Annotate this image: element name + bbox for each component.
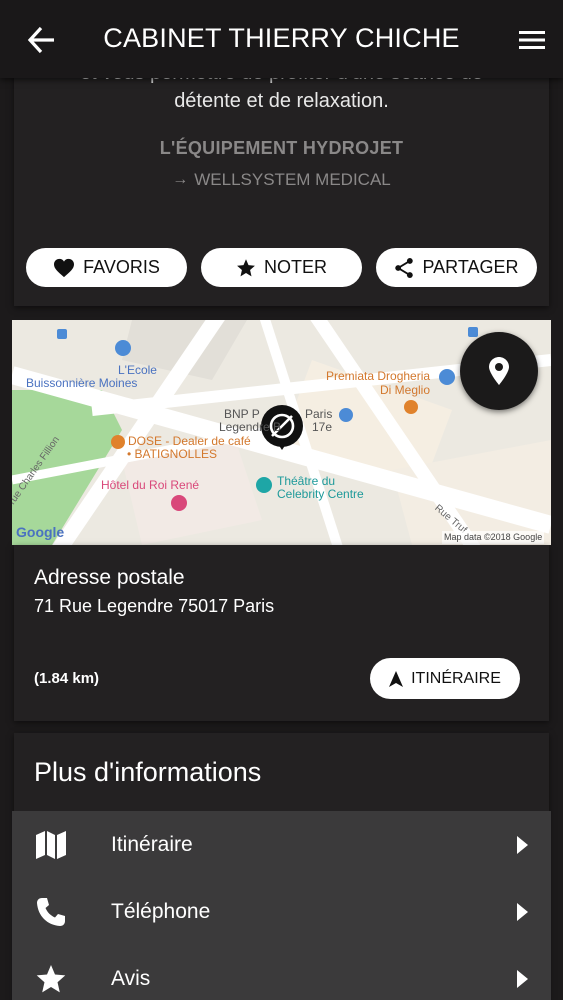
info-list: Itinéraire Téléphone Avis (12, 811, 551, 1000)
info-item-label: Itinéraire (111, 832, 193, 856)
info-item-label: Téléphone (111, 899, 211, 923)
location-pin-icon (489, 357, 509, 385)
google-logo: Google (16, 524, 65, 540)
navigation-arrow-icon (389, 670, 404, 687)
itineraire-button[interactable]: ITINÉRAIRE (370, 658, 520, 699)
info-item-avis[interactable]: Avis (12, 945, 551, 1000)
hamburger-menu-icon[interactable] (517, 26, 547, 54)
map-label-theatre-2: Celebrity Centre (277, 487, 364, 501)
chevron-right-icon (517, 835, 528, 854)
address-heading: Adresse postale (34, 566, 185, 589)
map-label-legendre: Legendre B (219, 420, 282, 434)
partager-button[interactable]: PARTAGER (376, 248, 537, 287)
chevron-right-icon (517, 969, 528, 988)
partager-label: PARTAGER (422, 257, 519, 277)
arrow-left-icon[interactable] (26, 25, 58, 55)
favoris-button[interactable]: FAVORIS (26, 248, 187, 287)
info-item-telephone[interactable]: Téléphone (12, 878, 551, 945)
map-label-dimeglio: Di Meglio (380, 383, 431, 397)
arrow-right-icon: → (172, 171, 189, 188)
itineraire-label: ITINÉRAIRE (411, 669, 501, 687)
noter-label: NOTER (264, 257, 327, 277)
info-item-itineraire[interactable]: Itinéraire (12, 811, 551, 878)
equipment-brand: WELLSYSTEM MEDICAL (194, 170, 391, 189)
share-icon (395, 257, 414, 278)
phone-icon (34, 895, 68, 929)
map-icon (34, 828, 68, 862)
description-text: détente et de relaxation. (174, 90, 389, 112)
chevron-right-icon (517, 902, 528, 921)
info-item-label: Avis (111, 966, 151, 990)
map-label-batignolles: • BATIGNOLLES (127, 447, 218, 461)
favoris-label: FAVORIS (83, 257, 160, 277)
page-title: CABINET THIERRY CHICHE (103, 22, 460, 53)
map-label-17e: 17e (312, 420, 333, 434)
noter-button[interactable]: NOTER (201, 248, 362, 287)
map-label-hotel: Hôtel du Roi René (101, 478, 200, 492)
star-icon (34, 962, 68, 996)
address-value: 71 Rue Legendre 75017 Paris (34, 596, 275, 616)
map-label-buissonniere: Buissonnière Moines (26, 376, 138, 390)
heart-icon (54, 258, 75, 277)
map-attribution: Map data ©2018 Google (442, 531, 545, 544)
equipment-brand-link[interactable]: → WELLSYSTEM MEDICAL (0, 170, 563, 190)
info-heading: Plus d'informations (34, 757, 262, 787)
map-pin-button[interactable] (460, 332, 538, 410)
map-label-premiata: Premiata Drogheria (326, 369, 431, 383)
app-header: CABINET THIERRY CHICHE (0, 0, 563, 78)
distance-text: (1.84 km) (34, 670, 100, 687)
equipment-title: L'ÉQUIPEMENT HYDROJET (159, 138, 404, 158)
star-icon (237, 258, 255, 276)
